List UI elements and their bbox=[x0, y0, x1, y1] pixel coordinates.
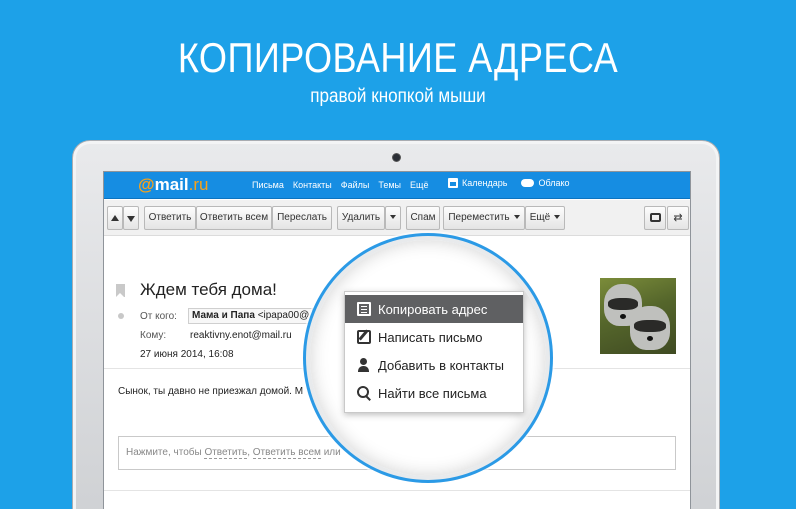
read-status-icon[interactable] bbox=[118, 313, 124, 319]
move-button[interactable]: Переместить bbox=[443, 206, 525, 230]
chevron-down-icon bbox=[513, 215, 520, 220]
menu-item-write-letter[interactable]: Написать письмо bbox=[345, 323, 523, 351]
raccoon-icon bbox=[630, 306, 670, 350]
printer-icon bbox=[649, 213, 661, 222]
message-body: Сынок, ты давно не приезжал домой. М bbox=[118, 386, 304, 397]
copy-icon bbox=[357, 302, 371, 316]
forward-button[interactable]: Переслать bbox=[272, 206, 332, 230]
calendar-icon bbox=[448, 178, 458, 188]
delete-button[interactable]: Удалить bbox=[337, 206, 385, 230]
spam-button[interactable]: Спам bbox=[406, 206, 440, 230]
arrow-down-icon bbox=[127, 216, 135, 222]
reply-all-button[interactable]: Ответить всем bbox=[196, 206, 272, 230]
nav-extra: Календарь Облако bbox=[448, 178, 570, 188]
magnifier-lens: Копировать адрес Написать письмо Добавит… bbox=[306, 236, 550, 480]
arrow-up-icon bbox=[111, 215, 119, 221]
sender-field[interactable]: Мама и Папа <ipapa00@ bbox=[188, 308, 314, 324]
mail-top-nav: @mail.ru Письма Контакты Файлы Темы Ещё … bbox=[104, 172, 690, 199]
more-button[interactable]: Ещё bbox=[525, 206, 565, 230]
prev-message-button[interactable] bbox=[107, 206, 123, 230]
headline: КОПИРОВАНИЕ АДРЕСА bbox=[177, 34, 619, 81]
nav-links: Письма Контакты Файлы Темы Ещё bbox=[252, 180, 428, 190]
reply-all-link[interactable]: Ответить всем bbox=[252, 447, 321, 459]
add-contact-icon bbox=[357, 358, 371, 372]
sender-avatar bbox=[600, 278, 676, 354]
divider bbox=[104, 490, 690, 491]
nav-files[interactable]: Файлы bbox=[341, 180, 370, 190]
message-date: 27 июня 2014, 16:08 bbox=[140, 349, 234, 360]
to-label: Кому: bbox=[140, 330, 167, 341]
reply-button[interactable]: Ответить bbox=[144, 206, 196, 230]
message-subject: Ждем тебя дома! bbox=[140, 280, 277, 299]
nav-letters[interactable]: Письма bbox=[252, 180, 284, 190]
swap-icon: ⇄ bbox=[673, 212, 683, 224]
print-button[interactable] bbox=[644, 206, 666, 230]
nav-more[interactable]: Ещё bbox=[410, 180, 428, 190]
context-menu: Копировать адрес Написать письмо Добавит… bbox=[344, 291, 524, 413]
subheadline: правой кнопкой мыши bbox=[310, 86, 486, 107]
mail-toolbar: Ответить Ответить всем Переслать Удалить… bbox=[104, 200, 690, 236]
from-label: От кого: bbox=[140, 311, 177, 322]
calendar-link[interactable]: Календарь bbox=[448, 178, 507, 188]
nav-contacts[interactable]: Контакты bbox=[293, 180, 332, 190]
mail-logo[interactable]: @mail.ru bbox=[138, 175, 208, 195]
chevron-down-icon bbox=[554, 215, 561, 220]
switch-view-button[interactable]: ⇄ bbox=[667, 206, 689, 230]
write-icon bbox=[357, 330, 371, 344]
cloud-link[interactable]: Облако bbox=[521, 178, 570, 188]
bookmark-icon[interactable] bbox=[116, 284, 125, 297]
menu-item-add-contact[interactable]: Добавить в контакты bbox=[345, 351, 523, 379]
search-icon bbox=[357, 386, 371, 400]
chevron-down-icon bbox=[390, 215, 396, 220]
nav-topics[interactable]: Темы bbox=[378, 180, 401, 190]
next-message-button[interactable] bbox=[123, 206, 139, 230]
menu-item-copy-address[interactable]: Копировать адрес bbox=[345, 295, 523, 323]
camera-icon bbox=[392, 153, 401, 162]
cloud-icon bbox=[521, 179, 535, 187]
delete-dropdown-button[interactable] bbox=[385, 206, 401, 230]
recipient-email[interactable]: reaktivny.enot@mail.ru bbox=[190, 330, 292, 341]
menu-item-find-letters[interactable]: Найти все письма bbox=[345, 379, 523, 407]
reply-link[interactable]: Ответить bbox=[204, 447, 248, 459]
